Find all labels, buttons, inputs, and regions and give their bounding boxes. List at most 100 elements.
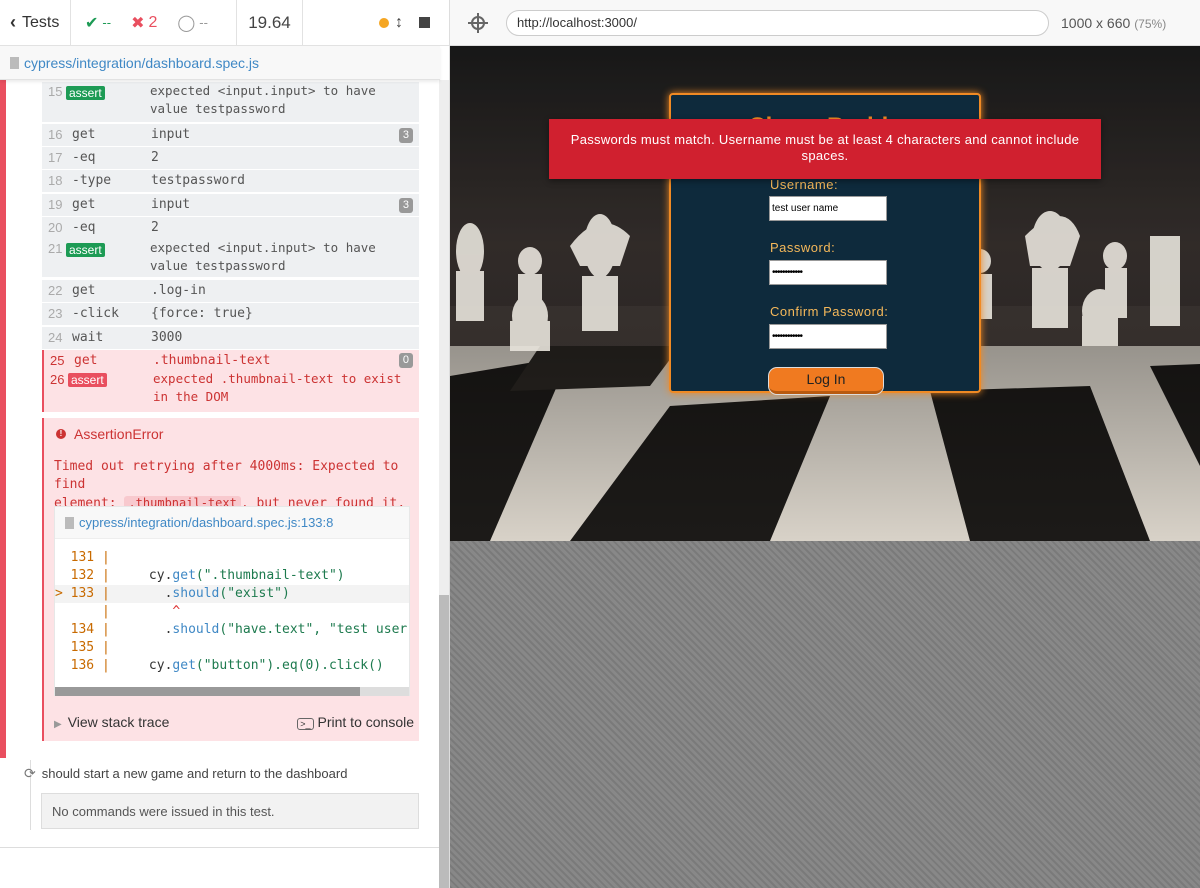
view-stack-trace-button[interactable]: ▶ View stack trace	[54, 714, 169, 730]
command-number: 24	[48, 330, 63, 345]
command-number: 25	[50, 353, 65, 368]
line-number: 136 |	[55, 658, 110, 673]
status-dot-icon	[379, 17, 389, 28]
log-in-button[interactable]: Log In	[769, 368, 883, 394]
run-controls: ↕	[303, 0, 449, 46]
command-message: 2	[151, 150, 159, 165]
command-message: to have	[323, 83, 376, 98]
command-message: expected	[153, 371, 214, 386]
command-row[interactable]: 19 get input 3	[42, 194, 419, 216]
command-number: 23	[48, 306, 63, 321]
auto-scroll-toggle[interactable]: ↕	[379, 14, 403, 32]
command-row[interactable]: 23 -click {force: true}	[42, 303, 419, 325]
code-text: (".thumbnail-text")	[195, 568, 345, 583]
viewport-size: 1000 x 660 (75%)	[1061, 15, 1166, 31]
code-scrollbar-thumb[interactable]	[55, 687, 360, 696]
app-under-test: Chess Buddy Username: test user name Pas…	[450, 46, 1200, 541]
command-row[interactable]: 26 assert expected .thumbnail-text to ex…	[44, 368, 419, 406]
command-message: .log-in	[151, 283, 206, 298]
line-number: |	[55, 604, 110, 619]
preview-toolbar: http://localhost:3000/ 1000 x 660 (75%)	[450, 0, 1200, 46]
element-count-badge: 3	[398, 198, 413, 213]
confirm-password-input[interactable]: ••••••••••••	[769, 324, 887, 349]
code-fn: should	[172, 622, 220, 637]
test-title[interactable]: ⟳ should start a new game and return to …	[24, 765, 347, 782]
password-input[interactable]: ••••••••••••	[769, 260, 887, 285]
line-number: 132 |	[55, 568, 110, 583]
circle-icon: ◯	[177, 14, 196, 32]
stop-icon[interactable]	[419, 17, 430, 28]
failed-count: 2	[148, 13, 158, 31]
code-fn: get	[172, 568, 196, 583]
command-row[interactable]: 17 -eq 2	[42, 147, 419, 169]
test-stats: ✔ -- ✖ 2 ◯ --	[71, 0, 237, 46]
username-input[interactable]: test user name	[769, 196, 887, 221]
spec-file-header: cypress/integration/dashboard.spec.js	[0, 46, 440, 80]
test-title-text: should start a new game and return to th…	[41, 766, 348, 781]
crosshair-icon	[468, 12, 488, 33]
error-title: ! AssertionError	[56, 426, 163, 442]
error-message: Timed out retrying after 4000ms: Expecte…	[54, 458, 414, 513]
command-message: to exist	[341, 371, 402, 386]
command-row[interactable]: 21 assert expected <input.input> to have…	[42, 239, 419, 277]
command-message: 2	[151, 220, 159, 235]
chevron-left-icon: ‹	[10, 12, 16, 32]
command-row[interactable]: 15 assert expected <input.input> to have…	[42, 82, 419, 122]
command-name: get	[72, 197, 96, 212]
command-message: {force: true}	[151, 306, 253, 321]
element-count-badge: 0	[398, 353, 413, 368]
passed-count: --	[102, 15, 112, 30]
command-name: get	[72, 283, 96, 298]
command-row[interactable]: 16 get input 3	[42, 124, 419, 146]
code-fn: get	[172, 658, 196, 673]
code-text: cy.	[109, 568, 173, 583]
command-row[interactable]: 22 get .log-in	[42, 280, 419, 302]
assert-badge: assert	[66, 243, 105, 257]
x-icon: ✖	[131, 14, 145, 32]
command-message: .thumbnail-text	[220, 371, 334, 386]
code-text: cy.	[109, 658, 173, 673]
line-number: 131 |	[55, 550, 110, 565]
failed-test-indicator	[0, 80, 6, 758]
print-to-console-button[interactable]: >_ Print to console	[297, 714, 414, 730]
error-actions: ▶ View stack trace >_ Print to console	[54, 714, 414, 730]
reporter-scrollbar-thumb[interactable]	[439, 595, 449, 888]
line-number: > 133 |	[55, 586, 110, 601]
command-row[interactable]: 24 wait 3000	[42, 327, 419, 349]
command-message: testpassword	[151, 173, 245, 188]
command-message: .thumbnail-text	[153, 353, 271, 368]
command-message: <input.input>	[217, 83, 316, 98]
back-to-tests-button[interactable]: ‹ Tests	[0, 0, 71, 46]
file-icon	[65, 516, 74, 529]
command-row[interactable]: 20 -eq 2	[42, 217, 419, 239]
code-frame-file-link[interactable]: cypress/integration/dashboard.spec.js:13…	[55, 507, 409, 539]
print-console-label: Print to console	[317, 714, 415, 730]
command-row[interactable]: 25 get .thumbnail-text 0	[44, 350, 419, 368]
command-name: -eq	[72, 220, 96, 235]
spec-file-link[interactable]: cypress/integration/dashboard.spec.js	[24, 55, 259, 71]
code-line: 131 |	[55, 549, 409, 567]
passed-stat: ✔ --	[85, 13, 111, 33]
command-number: 18	[48, 173, 63, 188]
command-message: 3000	[151, 330, 183, 345]
confirm-password-label: Confirm Password:	[770, 304, 889, 319]
selector-playground-button[interactable]	[450, 12, 506, 33]
command-number: 20	[48, 220, 63, 235]
failed-command-group: 25 get .thumbnail-text 0 26 assert expec…	[42, 350, 419, 412]
failed-stat: ✖ 2	[131, 13, 157, 33]
no-commands-message: No commands were issued in this test.	[41, 793, 419, 829]
command-name: -eq	[72, 150, 96, 165]
code-fn: should	[172, 586, 220, 601]
code-line-highlighted: > 133 | .should("exist")	[55, 585, 409, 603]
caret-marker: ^	[109, 604, 181, 619]
url-bar[interactable]: http://localhost:3000/	[506, 9, 1049, 36]
command-name: get	[72, 127, 96, 142]
command-message: expected	[150, 83, 211, 98]
refresh-icon: ⟳	[24, 765, 36, 781]
error-text: Timed out retrying after 4000ms: Expecte…	[54, 459, 399, 492]
duration: 19.64	[237, 0, 303, 46]
command-name: get	[74, 353, 98, 368]
code-text: ("have.text", "test user	[219, 622, 408, 637]
command-row[interactable]: 18 -type testpassword	[42, 170, 419, 192]
test-reporter: ‹ Tests ✔ -- ✖ 2 ◯ -- 19.64 ↕ cypress/integ…	[0, 0, 450, 888]
